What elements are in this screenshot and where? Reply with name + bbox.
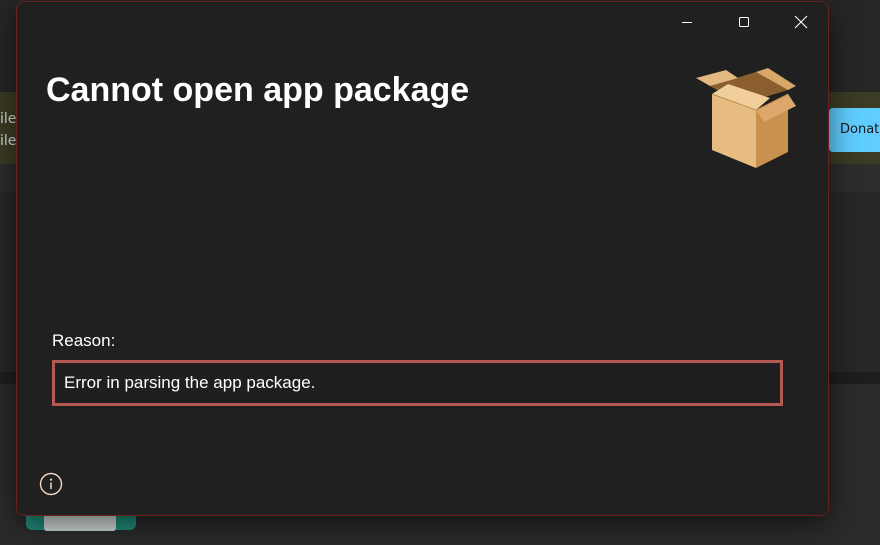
minimize-icon bbox=[682, 22, 692, 23]
reason-label: Reason: bbox=[52, 331, 116, 350]
reason-text-box[interactable]: Error in parsing the app package. bbox=[52, 360, 783, 406]
dialog-title: Cannot open app package bbox=[46, 71, 470, 109]
info-icon[interactable] bbox=[39, 472, 63, 496]
error-dialog: Cannot open app package Reason: Error in… bbox=[16, 1, 829, 516]
donate-button[interactable]: Donate bbox=[829, 108, 880, 152]
maximize-button[interactable] bbox=[721, 2, 767, 42]
maximize-icon bbox=[739, 17, 749, 27]
close-button[interactable] bbox=[778, 2, 824, 42]
close-icon bbox=[794, 15, 808, 29]
package-box-icon bbox=[696, 68, 796, 168]
minimize-button[interactable] bbox=[664, 2, 710, 42]
